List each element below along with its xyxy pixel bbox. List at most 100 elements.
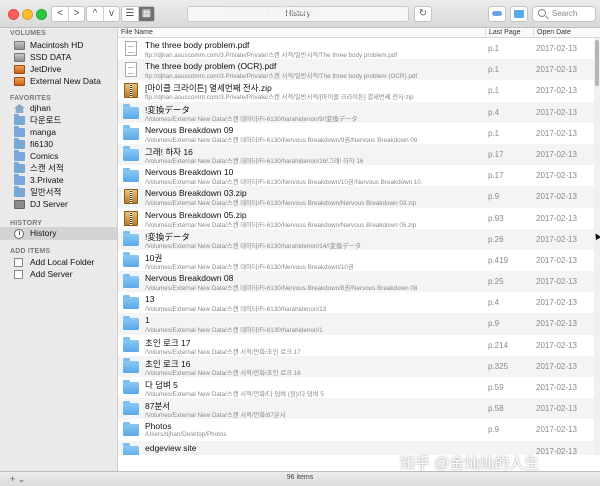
sidebar-item-history[interactable]: History [0, 227, 117, 240]
open-date: 2017-02-13 [536, 255, 577, 265]
folder-icon [123, 421, 139, 437]
volumes-header: VOLUMES [10, 30, 47, 37]
table-row[interactable]: The three body problem.pdf ftp://djhan.as… [118, 38, 594, 59]
file-path: /Volumes/External New Data/스캔 데이터/Fi-613… [145, 157, 364, 165]
navigation-segment: < > [51, 6, 85, 22]
last-page: p.59 [488, 383, 504, 392]
forward-button[interactable]: > [68, 7, 84, 21]
zip-archive-icon [124, 189, 138, 205]
open-date: 2017-02-13 [536, 213, 577, 223]
column-header-file-name[interactable]: File Name [118, 28, 486, 38]
table-row[interactable]: 다 덤벼 5/Volumes/External New Data/스캔 서적/만… [118, 377, 594, 398]
table-row[interactable]: [마이클 크라이튼] 열세번째 전사.zip ftp://djhan.asusco… [118, 80, 594, 101]
folder-icon [123, 252, 139, 267]
sidebar-item-dj-server[interactable]: DJ Server [0, 198, 117, 211]
refresh-icon: ↻ [418, 8, 428, 19]
vertical-scrollbar[interactable] [594, 38, 600, 455]
table-row[interactable]: 1/Volumes/External New Data/스캔 데이터/Fi-61… [118, 313, 594, 335]
table-row[interactable]: Nervous Breakdown 05.zip/Volumes/Externa… [118, 208, 594, 229]
table-row[interactable]: edgeview site 2017-02-13 [118, 440, 594, 455]
refresh-button[interactable]: ↻ [414, 6, 432, 22]
file-path: /Volumes/External New Data/스캔 서적/만화/초인 로… [145, 369, 301, 377]
table-row[interactable]: 초인 로크 17/Volumes/External New Data/스캔 서적… [118, 335, 594, 356]
last-page: p.25 [488, 277, 504, 287]
table-row[interactable]: 13/Volumes/External New Data/스캔 데이터/Fi-6… [118, 292, 594, 313]
folder-icon [14, 150, 25, 161]
table-row[interactable]: Photos/Users/djhan/Desktop/Photos p.9 2017… [118, 419, 594, 440]
folder-icon [14, 126, 25, 137]
sidebar-item-add-server[interactable]: Add Server [0, 268, 117, 281]
table-row[interactable]: Nervous Breakdown 03.zip/Volumes/Externa… [118, 186, 594, 208]
folder-button[interactable] [510, 6, 528, 22]
last-page: p.1 [488, 128, 500, 138]
clock-icon [14, 229, 24, 239]
scrollbar-thumb[interactable] [595, 40, 599, 86]
minimize-window-button[interactable] [22, 9, 33, 20]
file-path: /Users/djhan/Desktop/Photos [145, 431, 227, 439]
up-button[interactable]: ^ [87, 7, 103, 21]
file-name: 1 [145, 315, 150, 326]
folder-icon [14, 162, 25, 173]
history-header: HISTORY [10, 220, 43, 227]
open-date: 2017-02-13 [536, 171, 577, 181]
table-row[interactable]: !変換データ/Volumes/External New Data/스캔 데이터/… [118, 101, 594, 123]
open-date: 2017-02-13 [536, 277, 577, 287]
file-name: Nervous Breakdown 10 [145, 167, 234, 178]
folder-icon [123, 231, 139, 246]
table-row[interactable]: Nervous Breakdown 10/Volumes/External Ne… [118, 165, 594, 186]
file-path: /Volumes/External New Data/스캔 서적/만화/초인 로… [145, 348, 301, 356]
toggle-icon [492, 11, 502, 16]
window-title: History [285, 9, 311, 18]
table-row[interactable]: 10권/Volumes/External New Data/스캔 데이터/Fi-… [118, 250, 594, 271]
last-page: p.9 [488, 192, 500, 202]
sidebar-item-external-new-data[interactable]: External New Data [0, 75, 117, 88]
zoom-window-button[interactable] [36, 9, 47, 20]
last-page: p.1 [488, 86, 500, 96]
table-row[interactable]: Nervous Breakdown 08/Volumes/External Ne… [118, 271, 594, 293]
last-page: p.9 [488, 319, 500, 329]
path-title-field[interactable]: History [187, 6, 409, 22]
down-button[interactable]: v [103, 7, 119, 21]
close-window-button[interactable] [8, 9, 19, 20]
file-name: Photos [145, 421, 172, 432]
folder-icon [123, 294, 139, 310]
table-row[interactable]: 초인 로크 16/Volumes/External New Data/스캔 서적… [118, 355, 594, 377]
document-icon [14, 270, 23, 279]
folder-icon [123, 273, 139, 289]
file-path: /Volumes/External New Data/스캔 서적/만화/다 덤벼… [145, 391, 324, 398]
server-icon [14, 200, 25, 209]
open-date: 2017-02-13 [536, 425, 577, 435]
file-name: Nervous Breakdown 09 [145, 124, 234, 135]
folder-icon [123, 400, 139, 416]
open-date: 2017-02-13 [536, 44, 577, 53]
table-row[interactable]: 그래! 하자 16/Volumes/External New Data/스캔 데… [118, 143, 594, 166]
folder-icon [123, 337, 139, 352]
open-date: 2017-02-13 [536, 383, 577, 392]
home-icon [14, 104, 25, 113]
last-page: p.26 [488, 234, 504, 244]
table-row[interactable]: 87분서/Volumes/External New Data/스캔 서적/만화/… [118, 398, 594, 420]
external-disk-icon [14, 65, 25, 74]
file-name: edgeview site [145, 442, 197, 453]
toggle-button[interactable] [488, 6, 506, 22]
back-button[interactable]: < [52, 7, 68, 21]
search-placeholder: Search [552, 9, 578, 18]
table-row[interactable]: The three body problem (OCR).pdf ftp://dj… [118, 59, 594, 81]
folder-icon [14, 174, 25, 185]
column-header-last-page[interactable]: Last Page [486, 28, 534, 38]
open-date: 2017-02-13 [536, 361, 577, 371]
last-page: p.4 [488, 298, 500, 308]
file-name: The three body problem.pdf [145, 40, 250, 50]
open-date: 2017-02-13 [536, 86, 577, 96]
file-path: /Volumes/External New Data/스캔 데이터/Fi-613… [145, 221, 417, 229]
item-count: 96 items [286, 474, 314, 481]
column-header-open-date[interactable]: Open Date [534, 28, 600, 38]
file-name: Nervous Breakdown 08 [145, 273, 234, 284]
grid-view-button[interactable]: ▦ [138, 7, 154, 21]
last-page: p.325 [488, 361, 509, 371]
table-row[interactable]: Nervous Breakdown 09/Volumes/External Ne… [118, 123, 594, 144]
folder-icon [123, 315, 139, 331]
search-field[interactable]: Search [532, 6, 596, 22]
table-row[interactable]: !変換データ/Volumes/External New Data/스캔 데이터/… [118, 228, 594, 250]
list-view-button[interactable]: ☰ [122, 7, 138, 21]
